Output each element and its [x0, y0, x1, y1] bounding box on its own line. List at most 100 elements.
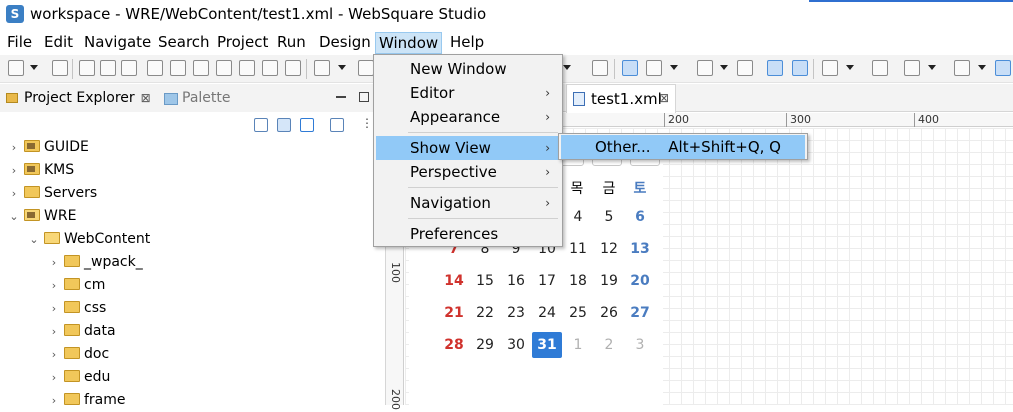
save-icon[interactable] — [52, 60, 68, 76]
device-dropdown-icon[interactable] — [846, 65, 854, 70]
chevron-right-icon[interactable]: › — [48, 367, 60, 389]
snap-icon[interactable] — [767, 60, 783, 76]
calendar-day[interactable]: 3 — [625, 332, 655, 358]
align-right-icon[interactable] — [121, 60, 137, 76]
tree-item[interactable]: › frame — [48, 389, 126, 411]
chevron-down-icon[interactable]: ⌄ — [8, 206, 20, 228]
calendar-day[interactable]: 18 — [563, 268, 593, 294]
tree-item[interactable]: › data — [48, 320, 116, 342]
tree-item[interactable]: › cm — [48, 274, 106, 297]
calendar-day[interactable]: 13 — [625, 236, 655, 262]
calendar-day[interactable]: 21 — [439, 300, 469, 326]
calendar-day[interactable]: 20 — [625, 268, 655, 294]
same-height-icon[interactable] — [239, 60, 255, 76]
undo-link-icon[interactable] — [697, 60, 713, 76]
chevron-right-icon[interactable]: › — [48, 344, 60, 366]
link-icon[interactable] — [358, 60, 374, 76]
tree-item[interactable]: › KMS — [8, 159, 74, 181]
menu-other[interactable]: Other... Alt+Shift+Q, Q — [561, 135, 805, 159]
tree-item[interactable]: › GUIDE — [8, 136, 89, 158]
calendar-day[interactable]: 2 — [594, 332, 624, 358]
redo-link-icon[interactable] — [737, 60, 753, 76]
chevron-down-icon[interactable]: ⌄ — [28, 229, 40, 251]
menu-preferences[interactable]: Preferences — [376, 222, 560, 246]
tree-item[interactable]: › Servers — [8, 182, 97, 204]
tree-item[interactable]: ⌄ WRE — [8, 205, 76, 227]
menu-file[interactable]: File — [4, 32, 35, 54]
marquee-icon[interactable] — [646, 60, 662, 76]
new-dropdown-icon[interactable] — [30, 65, 38, 70]
tree-item[interactable]: › css — [48, 297, 107, 320]
menu-help[interactable]: Help — [447, 32, 487, 54]
calendar-day[interactable]: 15 — [470, 268, 500, 294]
calendar-day[interactable]: 17 — [532, 268, 562, 294]
calendar-day[interactable]: 6 — [625, 204, 655, 230]
menu-editor[interactable]: Editor › — [376, 81, 560, 105]
menu-navigate[interactable]: Navigate — [81, 32, 154, 54]
tab-project-explorer[interactable]: Project Explorer ⊠ — [24, 90, 151, 106]
layout-dropdown-icon[interactable] — [928, 65, 936, 70]
calendar-day[interactable]: 14 — [439, 268, 469, 294]
tree-item[interactable]: › doc — [48, 343, 109, 365]
align-center-icon[interactable] — [100, 60, 116, 76]
same-width-icon[interactable] — [216, 60, 232, 76]
tree-item[interactable]: › _wpack_ — [48, 251, 143, 273]
calendar-day[interactable]: 1 — [563, 332, 593, 358]
preview-icon[interactable] — [872, 60, 888, 76]
menu-window[interactable]: Window — [375, 32, 443, 54]
calendar-day[interactable]: 16 — [501, 268, 531, 294]
grid-toggle-icon[interactable] — [954, 60, 970, 76]
select-mode-icon[interactable] — [622, 60, 638, 76]
calendar-day[interactable]: 25 — [563, 300, 593, 326]
device-icon[interactable] — [822, 60, 838, 76]
snap-grid-icon[interactable] — [792, 60, 808, 76]
align-bottom-icon[interactable] — [193, 60, 209, 76]
calendar-day[interactable]: 4 — [563, 204, 593, 230]
menu-perspective[interactable]: Perspective › — [376, 160, 560, 184]
calendar-day-today[interactable]: 31 — [532, 332, 562, 358]
tab-palette[interactable]: Palette — [182, 90, 231, 106]
calendar-day[interactable]: 22 — [470, 300, 500, 326]
tree-item[interactable]: ⌄ WebContent — [28, 228, 150, 250]
collapse-all-icon[interactable] — [254, 118, 268, 132]
new-icon[interactable] — [8, 60, 24, 76]
menu-run[interactable]: Run — [274, 32, 309, 54]
view-menu-icon[interactable] — [330, 118, 344, 132]
grid-icon[interactable] — [592, 60, 608, 76]
close-icon[interactable]: ⊠ — [141, 91, 151, 105]
calendar-day[interactable]: 27 — [625, 300, 655, 326]
calendar-day[interactable]: 23 — [501, 300, 531, 326]
align-left-icon[interactable] — [79, 60, 95, 76]
calendar-day[interactable]: 24 — [532, 300, 562, 326]
calendar-day[interactable]: 12 — [594, 236, 624, 262]
chevron-right-icon[interactable]: › — [48, 298, 60, 320]
calendar-day[interactable]: 28 — [439, 332, 469, 358]
calendar-day[interactable]: 29 — [470, 332, 500, 358]
tab-test1-xml[interactable]: test1.xml ⊠ — [566, 84, 676, 113]
menu-show-view[interactable]: Show View › — [376, 136, 560, 160]
grid-dropdown-icon[interactable] — [978, 65, 986, 70]
maximize-icon[interactable] — [359, 92, 369, 102]
tree-item[interactable]: › edu — [48, 366, 111, 389]
undo-dropdown-icon[interactable] — [720, 65, 728, 70]
more-icon[interactable]: ⋮ — [361, 116, 373, 130]
toolbar-dropdown-icon[interactable] — [563, 65, 571, 70]
menu-design[interactable]: Design — [316, 32, 374, 54]
filter-icon[interactable] — [300, 118, 314, 132]
minimize-icon[interactable] — [336, 96, 346, 98]
distribute-v-icon[interactable] — [285, 60, 301, 76]
align-top-icon[interactable] — [147, 60, 163, 76]
distribute-h-icon[interactable] — [262, 60, 278, 76]
layout-icon[interactable] — [904, 60, 920, 76]
chevron-right-icon[interactable]: › — [48, 252, 60, 274]
wand-icon[interactable] — [314, 60, 330, 76]
align-middle-icon[interactable] — [170, 60, 186, 76]
close-icon[interactable]: ⊠ — [659, 91, 669, 105]
calendar-day[interactable]: 19 — [594, 268, 624, 294]
menu-new-window[interactable]: New Window — [376, 57, 560, 81]
menu-navigation[interactable]: Navigation › — [376, 191, 560, 215]
chevron-right-icon[interactable]: › — [48, 275, 60, 297]
chevron-right-icon[interactable]: › — [8, 183, 20, 205]
link-editor-icon[interactable] — [277, 118, 291, 132]
menu-project[interactable]: Project — [214, 32, 271, 54]
